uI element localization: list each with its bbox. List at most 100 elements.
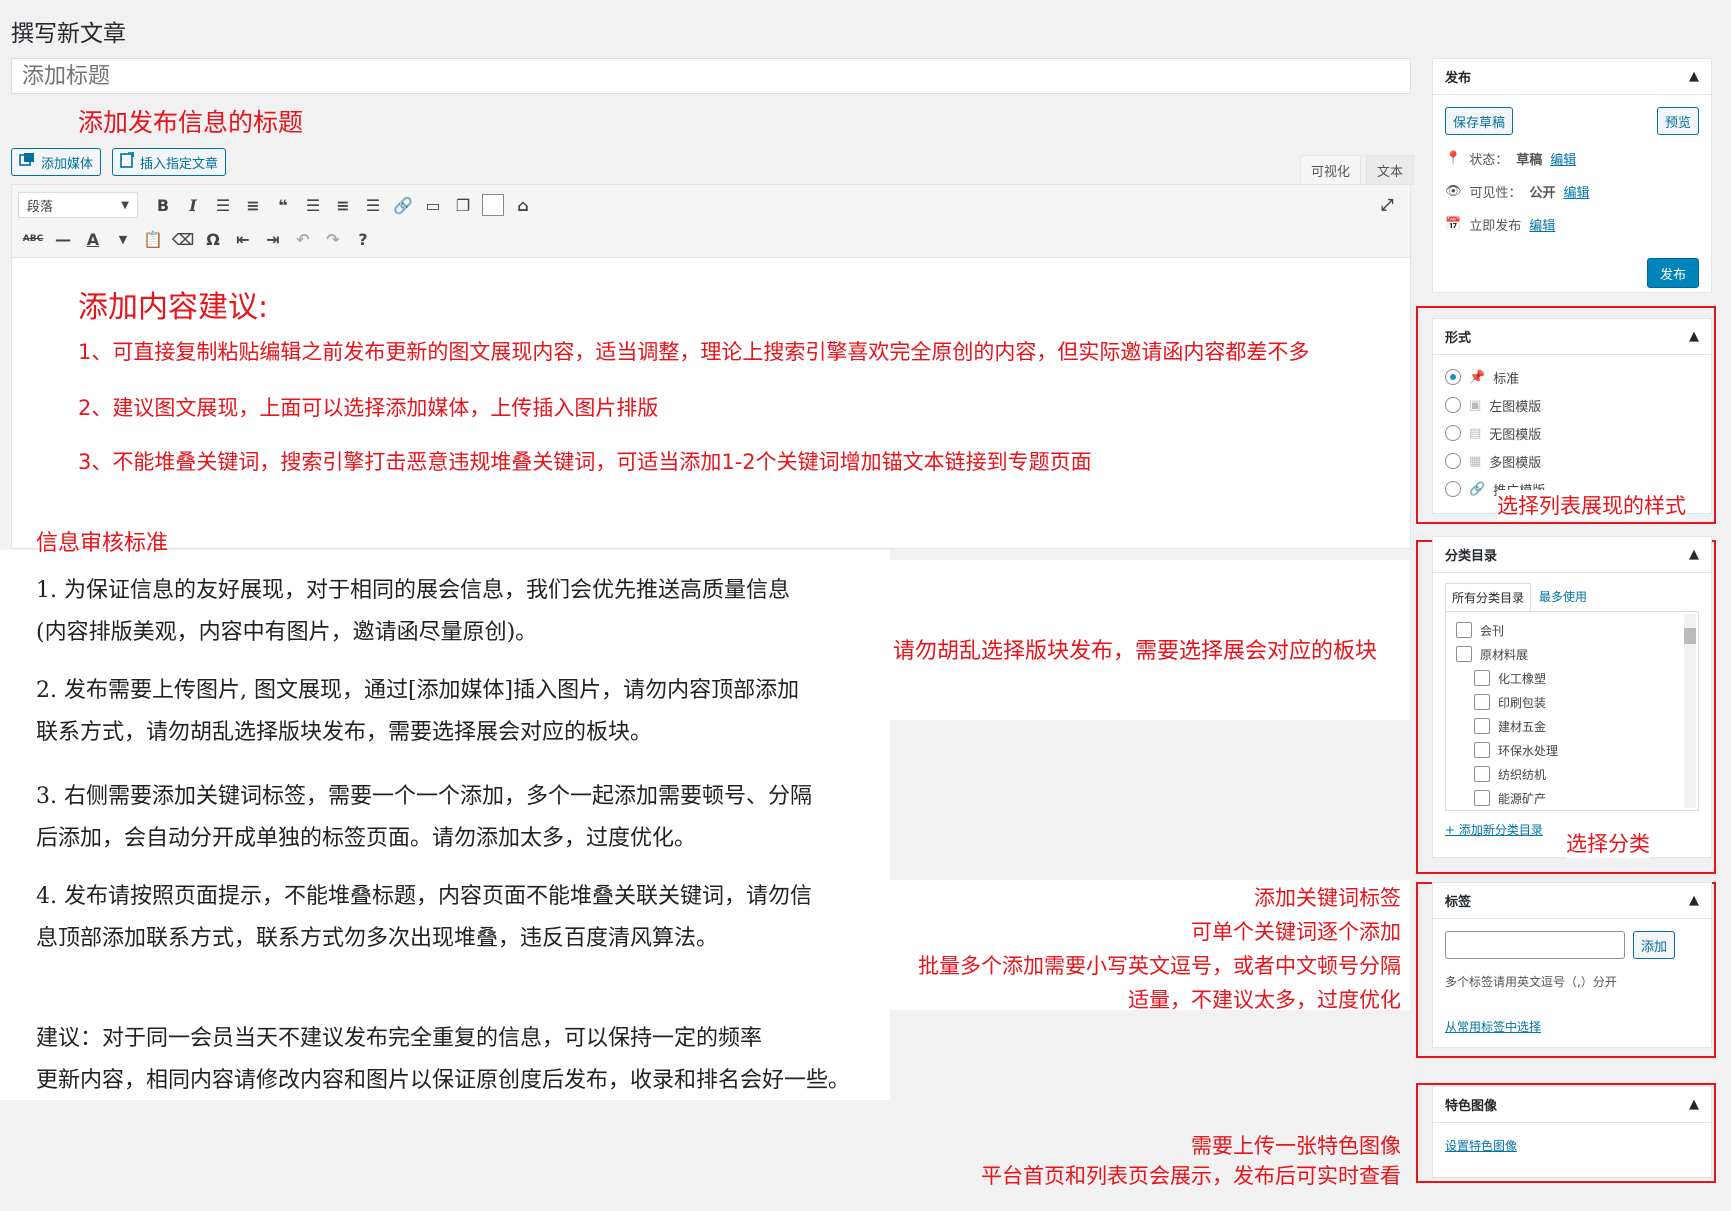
tab-visual[interactable]: 可视化 [1300,155,1362,185]
numbered-list-icon[interactable]: ≡ [238,191,268,219]
radio[interactable] [1445,453,1461,469]
special-character-icon[interactable]: Ω [198,225,228,253]
collapse-arrow-icon[interactable]: ▲ [1689,893,1699,908]
publish-button[interactable]: 发布 [1646,258,1699,288]
format-box-header[interactable]: 形式 ▲ [1433,319,1711,355]
undo-icon[interactable]: ↶ [288,225,318,253]
redo-icon[interactable]: ↷ [318,225,348,253]
tag-input[interactable] [1445,931,1625,959]
category-label: 能源矿产 [1498,791,1547,806]
indent-icon[interactable]: ⇥ [258,225,288,253]
horizontal-rule-icon[interactable]: — [48,225,78,253]
pin-icon: 📌 [1469,369,1486,385]
category-item[interactable]: 化工橡塑 [1456,666,1688,690]
preview-button[interactable]: 预览 [1656,107,1699,135]
fullscreen-icon[interactable]: ⤢ [1372,191,1402,219]
category-item[interactable]: 环保水处理 [1456,738,1688,762]
post-title-input[interactable] [11,58,1411,94]
category-item[interactable]: 会刊 [1456,618,1688,642]
italic-icon[interactable]: I [178,191,208,219]
page-break-icon[interactable]: ❐ [448,191,478,219]
category-item[interactable]: 印刷包装 [1456,690,1688,714]
bold-icon[interactable]: B [148,191,178,219]
format-option-multi-image[interactable]: ▦ 多图模版 [1445,447,1699,475]
checkbox[interactable] [1474,718,1490,734]
link-icon[interactable]: 🔗 [388,191,418,219]
toggle-toolbar-icon[interactable] [478,191,508,219]
category-item[interactable]: 建材五金 [1456,714,1688,738]
edit-visibility-link[interactable]: 编辑 [1564,182,1590,201]
help-icon[interactable]: ? [348,225,378,253]
align-right-icon[interactable]: ☰ [358,191,388,219]
bullet-list-icon[interactable]: ☰ [208,191,238,219]
format-option-no-image[interactable]: ▤ 无图模版 [1445,419,1699,447]
category-box-title: 分类目录 [1445,549,1498,564]
audit-rule-3: 3. 右侧需要添加关键词标签，需要一个一个添加，多个一起添加需要顿号、分隔 后添… [36,776,886,860]
collapse-arrow-icon[interactable]: ▲ [1689,1097,1699,1112]
checkbox[interactable] [1474,742,1490,758]
outdent-icon[interactable]: ⇤ [228,225,258,253]
category-item[interactable]: 纺织纺机 [1456,762,1688,786]
clear-formatting-icon[interactable]: ⌫ [168,225,198,253]
checkbox[interactable] [1474,790,1490,806]
add-media-button[interactable]: 添加媒体 [11,148,102,176]
format-annotation: 选择列表展现的样式 [1497,490,1686,520]
category-box-header[interactable]: 分类目录 ▲ [1433,537,1711,573]
tab-popular-categories[interactable]: 最多使用 [1531,583,1595,611]
checkbox[interactable] [1474,766,1490,782]
checkbox[interactable] [1474,694,1490,710]
add-tag-button[interactable]: 添加 [1633,931,1676,959]
category-scrollbar[interactable] [1684,614,1696,808]
format-option-label: 左图模版 [1489,399,1542,415]
collapse-arrow-icon[interactable]: ▲ [1689,69,1699,84]
save-draft-button[interactable]: 保存草稿 [1445,107,1514,135]
publish-box-header[interactable]: 发布 ▲ [1433,59,1711,95]
clipboard-icon[interactable]: 📋 [138,225,168,253]
format-select[interactable]: 段落 ▼ [18,192,138,218]
format-option-left-image[interactable]: ▣ 左图模版 [1445,391,1699,419]
gallery-icon: ▦ [1469,453,1482,469]
paste-text-icon[interactable]: ▼ [108,225,138,253]
radio[interactable] [1445,425,1461,441]
tag-box-header[interactable]: 标签 ▲ [1433,883,1711,919]
radio[interactable] [1445,481,1461,497]
blockquote-icon[interactable]: ❝ [268,191,298,219]
visibility-label: 可见性： [1469,186,1522,201]
format-option-standard[interactable]: 📌 标准 [1445,363,1699,391]
tag-note-3: 批量多个添加需要小写英文逗号，或者中文顿号分隔 [918,954,1401,978]
choose-tags-link[interactable]: 从常用标签中选择 [1445,1018,1699,1035]
audit-rule-4: 4. 发布请按照页面提示，不能堆叠标题，内容页面不能堆叠关联关键词，请勿信 息顶… [36,876,886,960]
checkbox[interactable] [1456,646,1472,662]
edit-schedule-link[interactable]: 编辑 [1529,215,1555,234]
checkbox[interactable] [1474,670,1490,686]
align-center-icon[interactable]: ≡ [328,191,358,219]
stamp-icon[interactable]: ⌂ [508,191,538,219]
featured-image-box-header[interactable]: 特色图像 ▲ [1433,1087,1711,1123]
visibility-value: 公开 [1529,186,1556,201]
category-box: 分类目录 ▲ 所有分类目录 最多使用 会刊 原材料展 化工橡塑 印刷包装 建材五… [1432,536,1712,858]
status-label: 状态： [1469,153,1509,168]
checkbox[interactable] [1456,622,1472,638]
document-icon: ▤ [1469,425,1482,441]
scrollbar-thumb[interactable] [1684,628,1696,644]
set-featured-image-link[interactable]: 设置特色图像 [1445,1137,1699,1154]
tab-all-categories[interactable]: 所有分类目录 [1445,583,1532,611]
collapse-arrow-icon[interactable]: ▲ [1689,329,1699,344]
tab-text[interactable]: 文本 [1366,155,1415,185]
content-tip-3: 3、不能堆叠关键词，搜索引擎打击恶意违规堆叠关键词，可适当添加1-2个关键词增加… [78,450,1092,474]
collapse-arrow-icon[interactable]: ▲ [1689,547,1699,562]
insert-post-button[interactable]: 插入指定文章 [112,148,227,176]
audit-suggestion-line-1: 建议：对于同一会员当天不建议发布完全重复的信息，可以保持一定的频率 [36,1026,763,1051]
read-more-icon[interactable]: ▭ [418,191,448,219]
status-value: 草稿 [1516,153,1543,168]
edit-status-link[interactable]: 编辑 [1550,149,1576,168]
category-item[interactable]: 能源矿产 [1456,786,1688,810]
featured-image-box: 特色图像 ▲ 设置特色图像 [1432,1086,1712,1178]
align-left-icon[interactable]: ☰ [298,191,328,219]
strikethrough-icon[interactable]: ABC [18,225,48,253]
radio-selected[interactable] [1445,369,1461,385]
text-color-icon[interactable]: A [78,225,108,253]
radio[interactable] [1445,397,1461,413]
category-item[interactable]: 原材料展 [1456,642,1688,666]
category-list[interactable]: 会刊 原材料展 化工橡塑 印刷包装 建材五金 环保水处理 纺织纺机 能源矿产 [1445,611,1699,811]
